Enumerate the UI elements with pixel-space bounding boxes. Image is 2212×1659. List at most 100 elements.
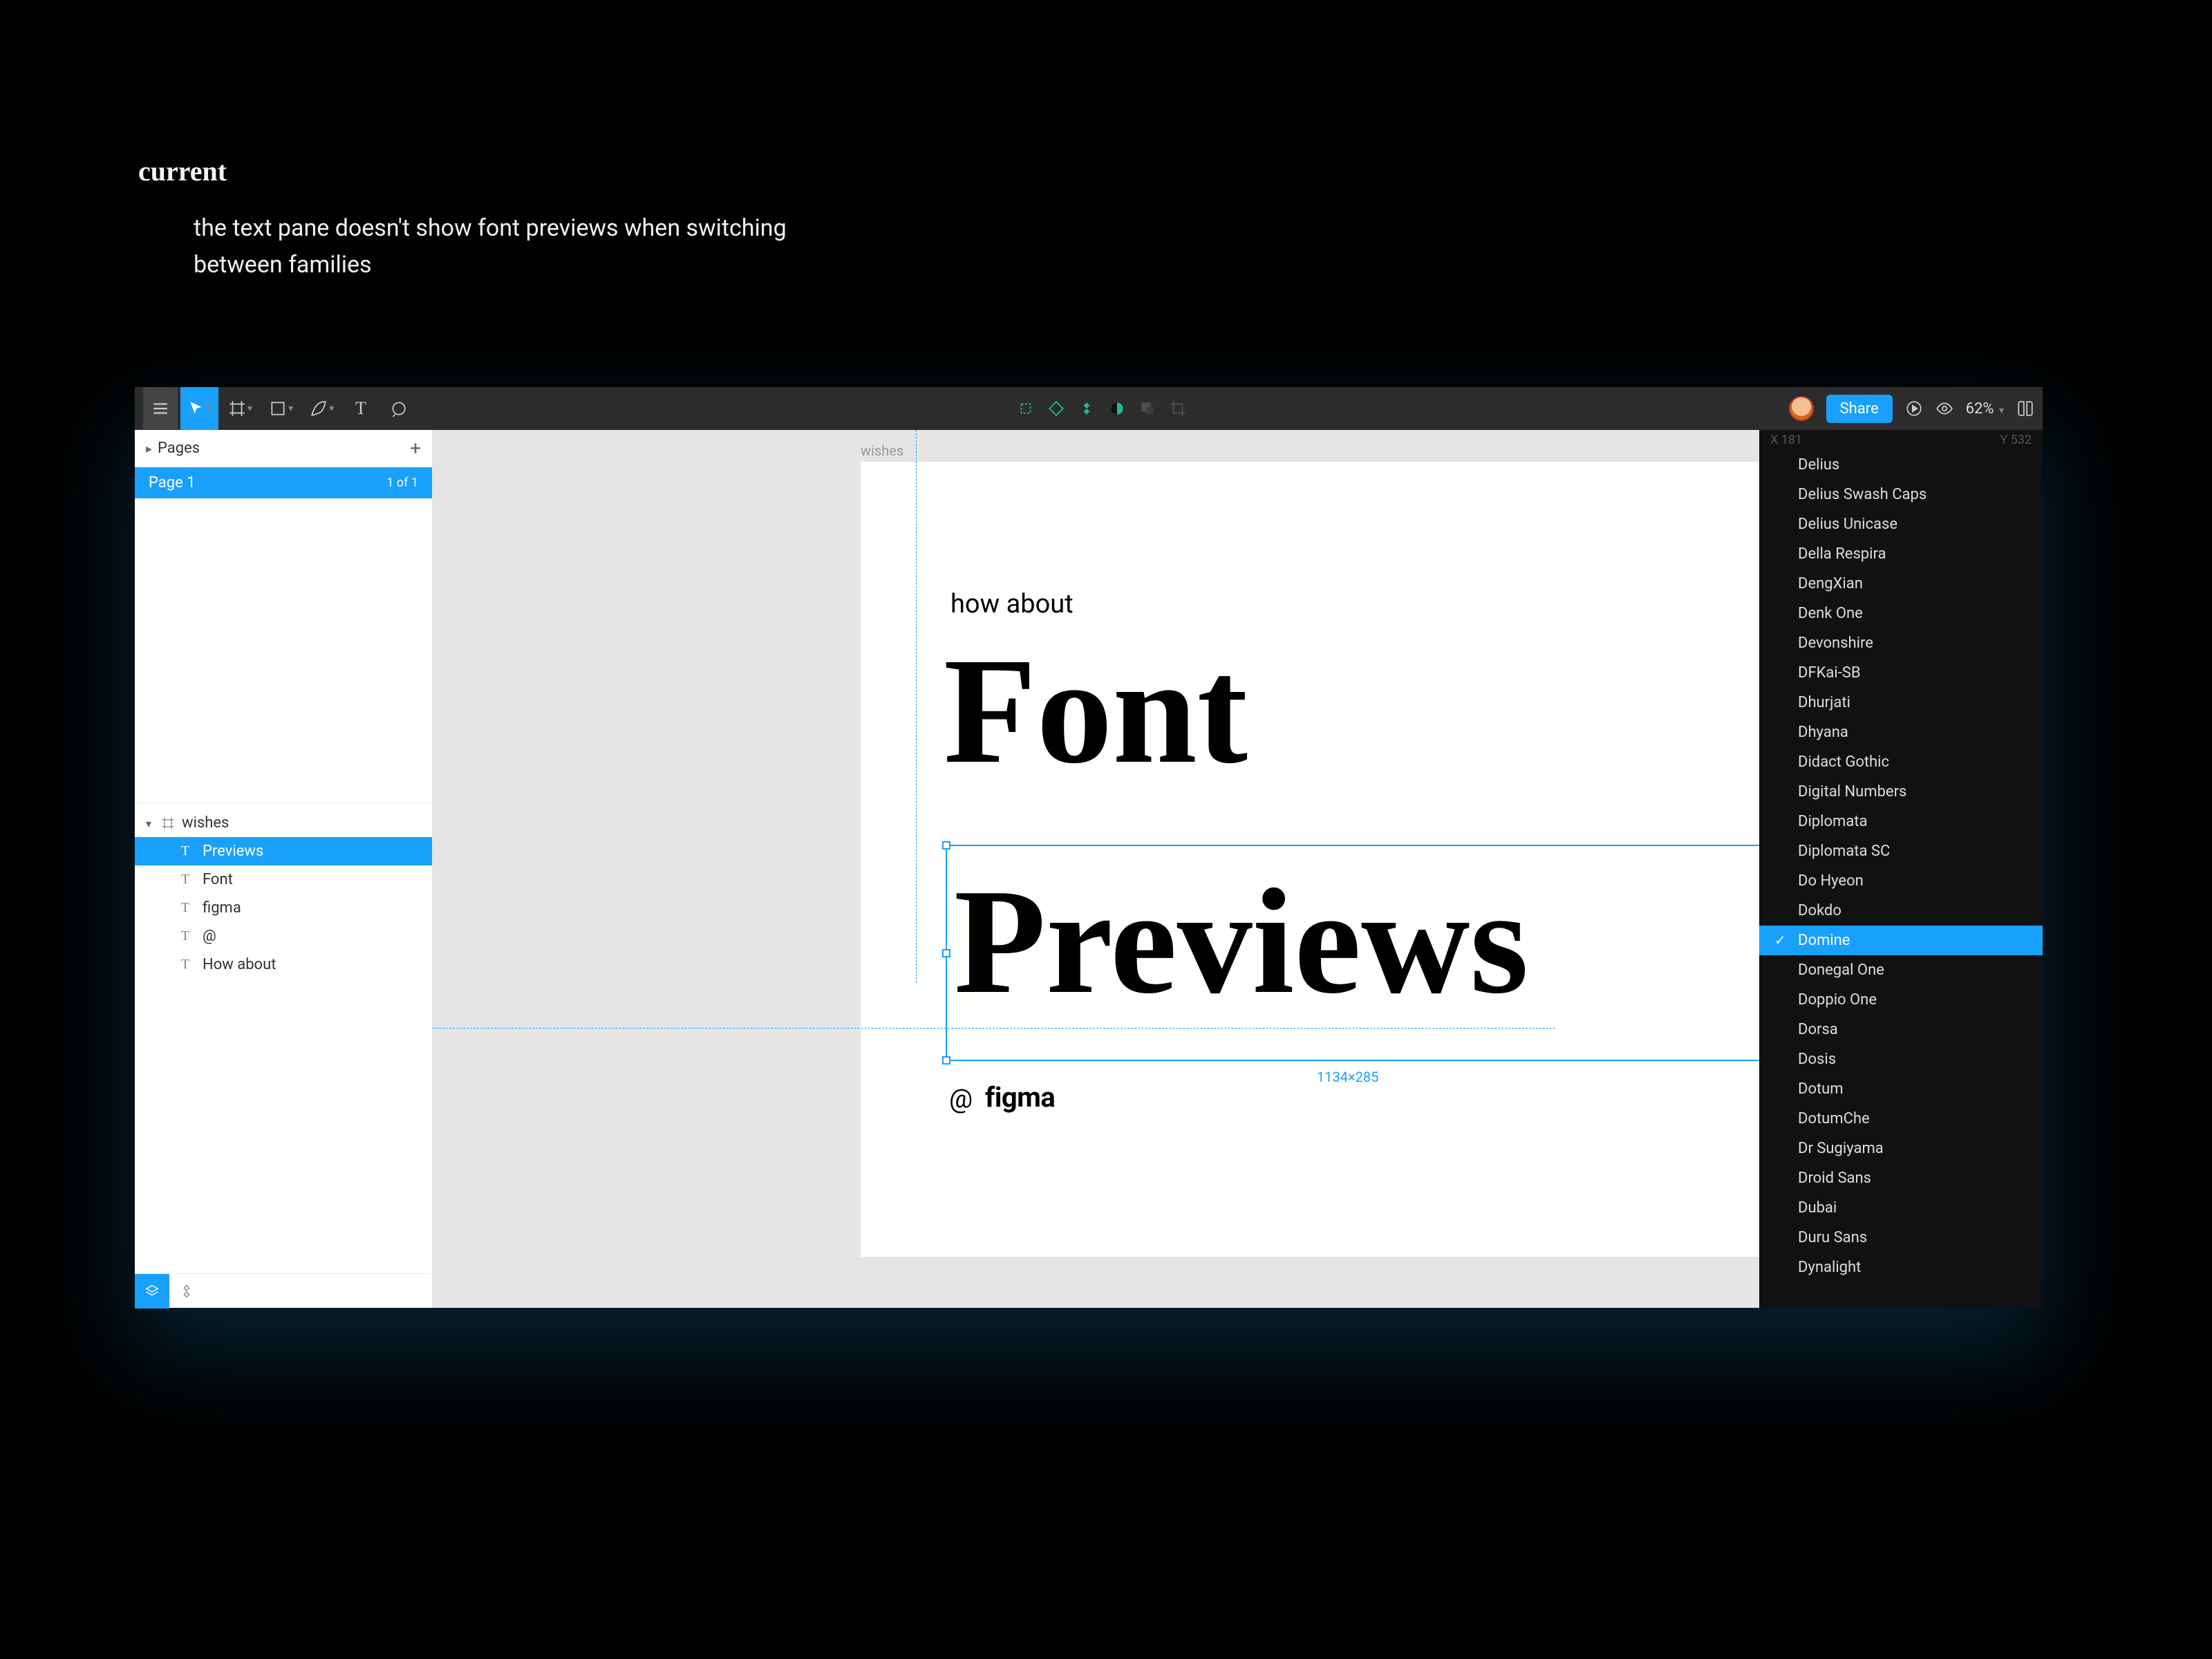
layer-item[interactable]: THow about [135,950,432,979]
font-option[interactable]: Dr Sugiyama [1759,1134,2043,1163]
eye-icon[interactable] [1936,400,1953,418]
font-option[interactable]: Delius Swash Caps [1759,480,2043,509]
left-footer [135,1273,432,1308]
caret-down-icon [146,814,154,832]
font-option[interactable]: DengXian [1759,569,2043,599]
chevron-down-icon: ▾ [329,403,334,414]
layer-item[interactable]: T Previews [135,837,432,865]
slide-description: the text pane doesn't show font previews… [194,210,816,283]
font-option[interactable]: Dhurjati [1759,688,2043,718]
selection-dimensions: 1134×285 [1317,1069,1378,1085]
layer-item[interactable]: T@ [135,922,432,950]
frame-icon [228,400,246,418]
font-option[interactable]: Do Hyeon [1759,866,2043,896]
zoom-level[interactable]: 62% ▾ [1966,400,2004,418]
text-layer-icon: T [178,928,193,944]
comment-tool-button[interactable] [381,387,415,430]
layer-label: Font [203,871,233,888]
canvas[interactable]: wishes how about Font Previews 1134×285 … [432,430,2043,1308]
font-option[interactable]: Delius Unicase [1759,509,2043,539]
text-font[interactable]: Font [944,624,1248,798]
font-option[interactable]: Diplomata [1759,807,2043,836]
share-button[interactable]: Share [1826,395,1893,423]
rectangle-icon [269,400,287,418]
text-howabout[interactable]: how about [950,589,1074,619]
avatar[interactable] [1789,396,1814,421]
page-row[interactable]: Page 1 1 of 1 [135,467,432,498]
font-family-dropdown[interactable]: X 181 Y 532 DeliusDelius Swash CapsDeliu… [1759,430,2043,1308]
font-option[interactable]: Donegal One [1759,955,2043,985]
slide-title: current [138,155,227,187]
layers-panel: wishes TPreviewsTFontTfigmaT@THow about [135,803,432,984]
hamburger-menu-button[interactable] [143,387,178,430]
layer-label: @ [203,928,216,945]
layer-label: Previews [203,843,263,860]
shape-tool-button[interactable]: ▾ [262,387,300,430]
text-layer-icon: T [178,843,193,859]
font-option[interactable]: Della Respira [1759,539,2043,569]
figma-window: ▾ ▾ ▾ ▾ T [135,387,2043,1308]
component-icon[interactable] [1017,400,1035,418]
font-option[interactable]: Denk One [1759,599,2043,628]
text-at[interactable]: @ [949,1084,973,1114]
resize-handle[interactable] [942,841,950,850]
font-option[interactable]: Dotum [1759,1074,2043,1104]
move-tool-button[interactable]: ▾ [180,387,218,430]
mask-icon[interactable] [1108,400,1126,418]
font-option[interactable]: Didact Gothic [1759,747,2043,777]
toolbar-right: Share 62% ▾ [1789,395,2034,423]
text-layer-icon: T [178,957,193,973]
left-panel: Pages + Page 1 1 of 1 wishes TPreviewsTF… [135,430,432,1308]
font-option[interactable]: Dosis [1759,1044,2043,1074]
font-option[interactable]: Dynalight [1759,1253,2043,1282]
frame-name: wishes [182,814,229,832]
text-figma[interactable]: figma [985,1081,1055,1114]
font-option[interactable]: Diplomata SC [1759,836,2043,866]
layer-item[interactable]: Tfigma [135,894,432,922]
chevron-down-icon: ▾ [247,403,252,414]
pages-header[interactable]: Pages + [135,430,432,467]
selection-bounds[interactable]: Previews [946,845,1806,1061]
layers-tab-button[interactable] [135,1274,169,1309]
canvas-frame-label[interactable]: wishes [861,442,903,459]
font-option[interactable]: Droid Sans [1759,1163,2043,1193]
text-icon: T [352,400,370,418]
font-option[interactable]: Duru Sans [1759,1223,2043,1253]
font-option[interactable]: Dhyana [1759,718,2043,747]
layer-item[interactable]: TFont [135,865,432,894]
boolean-icon[interactable] [1138,400,1156,418]
font-option[interactable]: Doppio One [1759,985,2043,1015]
font-option[interactable]: Digital Numbers [1759,777,2043,807]
font-option[interactable]: DFKai-SB [1759,658,2043,688]
chevron-down-icon: ▾ [207,403,212,414]
add-page-button[interactable]: + [410,437,421,460]
font-option[interactable]: Dorsa [1759,1015,2043,1044]
layer-label: figma [203,899,241,917]
frame-tool-button[interactable]: ▾ [221,387,259,430]
crop-icon[interactable] [1169,400,1187,418]
cursor-icon [187,400,205,418]
instance-icon[interactable] [1047,400,1065,418]
resize-handle[interactable] [942,1056,950,1065]
layer-frame-root[interactable]: wishes [135,809,432,837]
play-icon[interactable] [1905,400,1923,418]
chevron-down-icon: ▾ [288,403,293,414]
font-option[interactable]: DotumChe [1759,1104,2043,1134]
comment-icon [389,400,407,418]
resize-handle[interactable] [942,949,950,957]
font-option[interactable]: Dokdo [1759,896,2043,926]
font-option[interactable]: Domine [1759,926,2043,955]
font-option[interactable]: Delius [1759,450,2043,480]
page-count: 1 of 1 [386,476,418,490]
text-tool-button[interactable]: T [344,387,378,430]
pen-tool-button[interactable]: ▾ [303,387,341,430]
component-diamond-icon[interactable] [1078,400,1096,418]
font-option[interactable]: Dubai [1759,1193,2043,1223]
chevron-down-icon: ▾ [1999,405,2004,416]
font-option[interactable]: Devonshire [1759,628,2043,658]
text-previews[interactable]: Previews [947,846,1805,1018]
hamburger-icon [151,400,169,418]
frame-icon [161,816,175,830]
assets-tab-button[interactable] [169,1274,204,1309]
book-icon[interactable] [2016,400,2034,418]
